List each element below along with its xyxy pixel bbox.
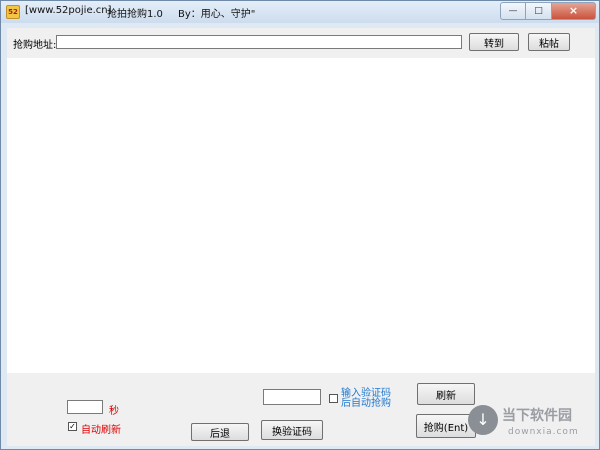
url-input[interactable] (56, 35, 462, 49)
window-controls: — □ × (500, 2, 596, 20)
download-arrow-icon: ↓ (468, 405, 498, 435)
seconds-unit-label: 秒 (109, 406, 119, 417)
captcha-hint-line2: 后自动抢购 (341, 398, 391, 409)
watermark-domain: downxia.com (508, 427, 579, 437)
watermark-brand: 当下软件园 (502, 408, 572, 424)
auto-refresh-checkbox[interactable]: ✓ (68, 422, 77, 431)
app-icon: 52 (6, 5, 20, 19)
app-window: 52 [www.52pojie.cn] 抢拍抢购1.0 By：用心、守护" — … (0, 0, 600, 450)
maximize-button[interactable]: □ (526, 2, 552, 20)
change-captcha-button[interactable]: 换验证码 (261, 420, 323, 440)
auto-refresh-label: 自动刷新 (81, 425, 121, 436)
close-button[interactable]: × (552, 2, 596, 20)
minimize-button[interactable]: — (500, 2, 526, 20)
title-site: [www.52pojie.cn] (25, 5, 112, 16)
url-bar: 抢购地址: 转到 粘帖 (7, 28, 595, 58)
url-label: 抢购地址: (13, 40, 57, 51)
goto-button[interactable]: 转到 (469, 33, 519, 51)
refresh-button[interactable]: 刷新 (417, 383, 475, 405)
seconds-input[interactable] (67, 400, 103, 414)
title-app-name: 抢拍抢购1.0 (107, 9, 163, 20)
title-author: By：用心、守护" (178, 9, 256, 20)
title-bar[interactable]: 52 [www.52pojie.cn] 抢拍抢购1.0 By：用心、守护" — … (1, 1, 599, 23)
back-button[interactable]: 后退 (191, 423, 249, 441)
watermark: ↓ 当下软件园 downxia.com (466, 403, 598, 447)
paste-button[interactable]: 粘帖 (528, 33, 570, 51)
auto-buy-checkbox[interactable] (329, 394, 338, 403)
client-area: 抢购地址: 转到 粘帖 秒 ✓ 自动刷新 后退 换验证码 输入验证码 后自动抢购… (7, 28, 595, 446)
browser-view[interactable] (7, 58, 595, 373)
captcha-input[interactable] (263, 389, 321, 405)
